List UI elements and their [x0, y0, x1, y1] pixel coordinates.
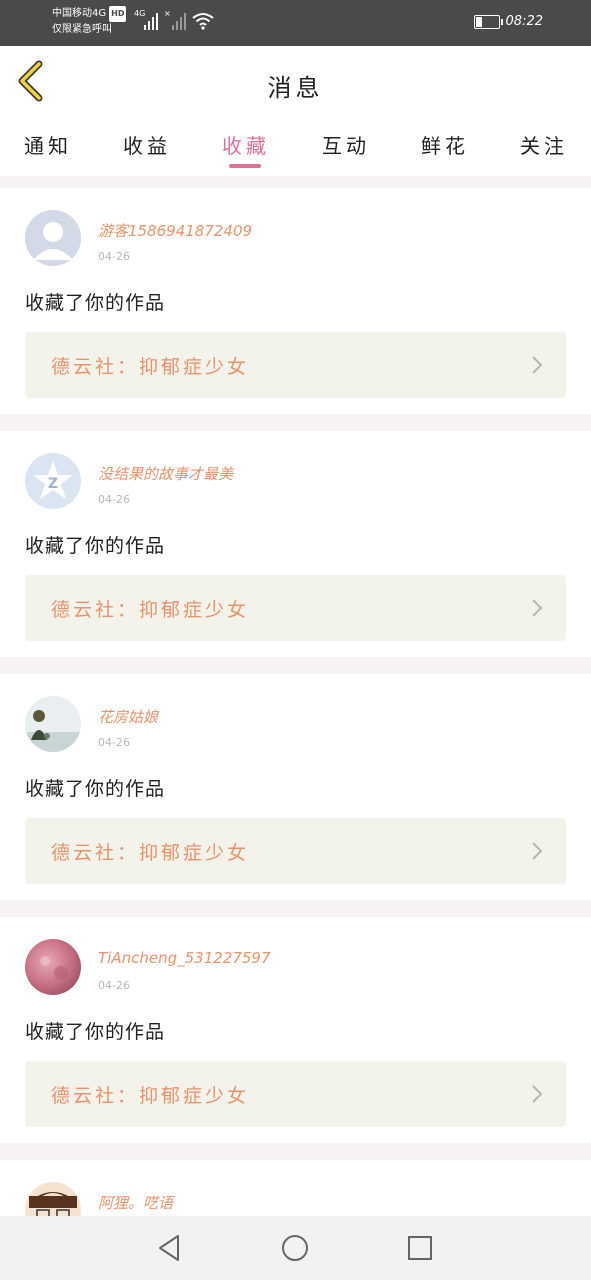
message-date: 04-26 [98, 493, 130, 506]
network-type: 4G [134, 9, 146, 18]
battery-icon [473, 14, 503, 29]
username[interactable]: 花房姑娘 [98, 706, 158, 727]
avatar[interactable] [25, 696, 81, 752]
action-text: 收藏了你的作品 [25, 1021, 166, 1043]
system-nav-bar [0, 1216, 591, 1280]
chevron-right-icon [532, 1085, 543, 1103]
message-card: 阿狸。呓语 [0, 1160, 591, 1216]
work-link[interactable]: 德云社：抑郁症少女 [25, 1061, 566, 1127]
home-circle-icon[interactable] [279, 1232, 311, 1264]
message-card: Z 没结果的故事才最美 04-26 收藏了你的作品 德云社：抑郁症少女 [0, 431, 591, 657]
header: 消息 [0, 46, 591, 119]
active-tab-indicator [229, 164, 261, 168]
message-date: 04-26 [98, 736, 130, 749]
tab-earnings[interactable]: 收益 [123, 130, 171, 159]
tab-favorites[interactable]: 收藏 [222, 130, 270, 159]
chevron-right-icon [532, 842, 543, 860]
tab-notifications[interactable]: 通知 [24, 130, 72, 159]
no-signal-mark: × [164, 9, 171, 18]
clock: 08:22 [505, 14, 543, 29]
svg-text:Z: Z [48, 476, 58, 492]
hd-badge: HD [109, 6, 127, 22]
work-link[interactable]: 德云社：抑郁症少女 [25, 818, 566, 884]
qzone-star-icon: Z [25, 453, 81, 509]
username[interactable]: 游客1586941872409 [98, 220, 252, 241]
girl-photo-icon [25, 696, 81, 752]
signal-bars-2-icon [172, 12, 186, 30]
page-title: 消息 [267, 74, 324, 102]
username[interactable]: 阿狸。呓语 [98, 1192, 173, 1213]
avatar[interactable] [25, 210, 81, 266]
signal-bars-icon [144, 12, 158, 30]
chevron-right-icon [532, 599, 543, 617]
avatar[interactable] [25, 1182, 81, 1216]
action-text: 收藏了你的作品 [25, 778, 166, 800]
avatar[interactable] [25, 939, 81, 995]
carrier-name: 中国移动4G [52, 8, 107, 19]
message-date: 04-26 [98, 979, 130, 992]
message-card: 游客1586941872409 04-26 收藏了你的作品 德云社：抑郁症少女 [0, 188, 591, 414]
work-link[interactable]: 德云社：抑郁症少女 [25, 332, 566, 398]
default-person-icon [25, 210, 81, 266]
avatar[interactable]: Z [25, 453, 81, 509]
signal-icons: 4G × [134, 9, 214, 30]
action-text: 收藏了你的作品 [25, 292, 166, 314]
wifi-icon [192, 13, 214, 30]
username[interactable]: 没结果的故事才最美 [98, 463, 233, 484]
message-date: 04-26 [98, 250, 130, 263]
tab-flowers[interactable]: 鲜花 [421, 130, 469, 159]
action-text: 收藏了你的作品 [25, 535, 166, 557]
recents-square-icon[interactable] [404, 1232, 436, 1264]
status-bar: 中国移动4G HD 仅限紧急呼叫 4G × 08:22 [0, 0, 591, 46]
message-card: 花房姑娘 04-26 收藏了你的作品 德云社：抑郁症少女 [0, 674, 591, 900]
chevron-right-icon [532, 356, 543, 374]
tab-follows[interactable]: 关注 [520, 130, 568, 159]
work-title: 德云社：抑郁症少女 [51, 842, 250, 864]
work-title: 德云社：抑郁症少女 [51, 1085, 250, 1107]
carrier-info: 中国移动4G HD 仅限紧急呼叫 [52, 6, 127, 38]
emergency-text: 仅限紧急呼叫 [52, 24, 112, 35]
tab-bar: 通知 收益 收藏 互动 鲜花 关注 [0, 118, 591, 176]
username[interactable]: TiAncheng_531227597 [98, 949, 271, 967]
message-card: TiAncheng_531227597 04-26 收藏了你的作品 德云社：抑郁… [0, 917, 591, 1143]
work-title: 德云社：抑郁症少女 [51, 356, 250, 378]
pink-texture-icon [25, 939, 81, 995]
back-triangle-icon[interactable] [154, 1232, 186, 1264]
cartoon-avatar-icon [25, 1182, 81, 1216]
status-right: 08:22 [473, 14, 543, 29]
tab-interactions[interactable]: 互动 [322, 130, 370, 159]
work-title: 德云社：抑郁症少女 [51, 599, 250, 621]
work-link[interactable]: 德云社：抑郁症少女 [25, 575, 566, 641]
